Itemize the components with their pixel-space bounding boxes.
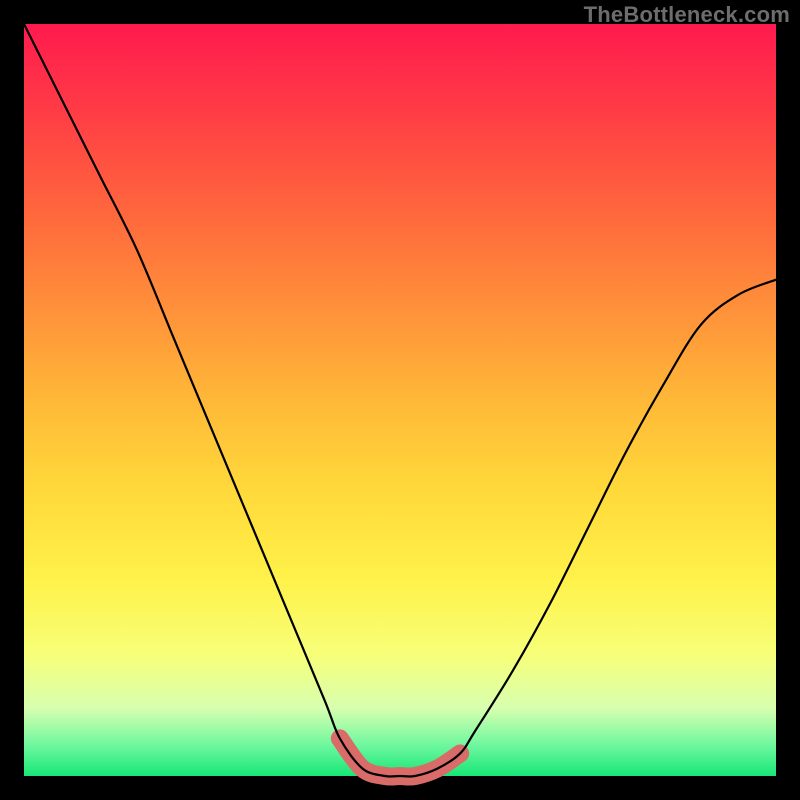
chart-svg	[24, 24, 776, 776]
bottleneck-curve-path	[24, 24, 776, 777]
chart-frame	[24, 24, 776, 776]
highlight-minimum-path	[340, 738, 460, 776]
